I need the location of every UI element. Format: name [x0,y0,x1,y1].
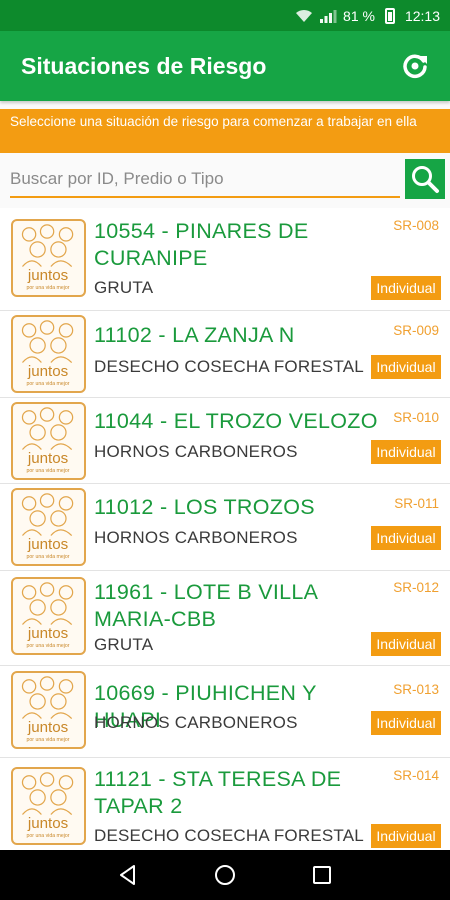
battery-icon [384,7,395,24]
item-type: DESECHO COSECHA FORESTAL [94,826,364,845]
item-type: HORNOS CARBONEROS [94,442,298,461]
item-title: 10554 - PINARES DE CURANIPE [94,219,309,270]
list-item[interactable]: juntos por una vida mejor 10669 - PIUHICH… [0,666,450,758]
search-button[interactable] [405,159,445,199]
status-badge: Individual [371,276,441,300]
item-type: GRUTA [94,635,154,654]
back-icon[interactable] [116,863,140,887]
juntos-logo: juntos por una vida mejor [11,671,86,749]
page-title: Situaciones de Riesgo [21,52,267,79]
item-title: 11961 - LOTE B VILLA MARIA-CBB [94,580,318,631]
item-title: 11121 - STA TERESA DE TAPAR 2 [94,767,342,818]
signal-icon [320,9,337,23]
juntos-logo: juntos por una vida mejor [11,767,86,845]
search-input[interactable] [10,162,400,196]
list-item[interactable]: juntos por una vida mejor 11102 - LA ZANJ… [0,311,450,398]
svg-text:juntos: juntos [27,536,69,553]
search-icon [412,166,439,193]
juntos-logo: juntos por una vida mejor [11,402,86,480]
svg-text:juntos: juntos [27,625,69,642]
item-code: SR-008 [393,218,439,233]
status-badge: Individual [371,711,441,735]
svg-text:por una vida mejor: por una vida mejor [27,643,70,649]
item-code: SR-009 [393,323,439,338]
item-code: SR-013 [393,682,439,697]
clock: 12:13 [404,7,440,24]
svg-text:por una vida mejor: por una vida mejor [27,285,70,291]
svg-text:por una vida mejor: por una vida mejor [27,554,70,560]
status-badge: Individual [371,355,441,379]
item-code: SR-012 [393,580,439,595]
item-type: HORNOS CARBONEROS [94,528,298,547]
battery-percent: 81 % [343,7,375,24]
status-bar: 81 % 12:13 [0,0,450,31]
svg-text:juntos: juntos [27,267,69,284]
svg-text:juntos: juntos [27,450,69,467]
instruction-banner: Seleccione una situación de riesgo para … [0,109,450,153]
juntos-logo: juntos por una vida mejor [11,488,86,566]
refresh-icon[interactable] [400,51,430,81]
list-item[interactable]: juntos por una vida mejor 11961 - LOTE B … [0,571,450,666]
list-item[interactable]: juntos por una vida mejor 11121 - STA TER… [0,758,450,850]
item-type: DESECHO COSECHA FORESTAL [94,357,364,376]
item-code: SR-010 [393,410,439,425]
item-code: SR-014 [393,768,439,783]
search-field [10,162,400,198]
app-bar: Situaciones de Riesgo [0,31,450,101]
list-item[interactable]: juntos por una vida mejor 11012 - LOS TRO… [0,484,450,571]
item-title: 11102 - LA ZANJA N [94,323,295,347]
status-badge: Individual [371,824,441,848]
status-badge: Individual [371,632,441,656]
status-badge: Individual [371,440,441,464]
juntos-logo: juntos por una vida mejor [11,219,86,297]
recents-icon[interactable] [310,863,334,887]
svg-text:por una vida mejor: por una vida mejor [27,737,70,743]
svg-text:por una vida mejor: por una vida mejor [27,833,70,839]
item-type: HORNOS CARBONEROS [94,713,298,732]
home-icon[interactable] [213,863,237,887]
status-badge: Individual [371,526,441,550]
system-nav-bar [0,850,450,900]
list-item[interactable]: juntos por una vida mejor 10554 - PINARES… [0,208,450,311]
juntos-logo: juntos por una vida mejor [11,315,86,393]
item-title: 11044 - EL TROZO VELOZO [94,409,378,433]
risk-situation-list: juntos por una vida mejor 10554 - PINARES… [0,208,450,850]
wifi-icon [296,9,313,22]
item-code: SR-011 [394,496,439,511]
svg-text:juntos: juntos [27,815,69,832]
svg-text:juntos: juntos [27,719,69,736]
svg-text:juntos: juntos [27,363,69,380]
item-title: 11012 - LOS TROZOS [94,495,315,519]
list-item[interactable]: juntos por una vida mejor 11044 - EL TROZ… [0,398,450,484]
item-type: GRUTA [94,278,154,297]
svg-text:por una vida mejor: por una vida mejor [27,381,70,387]
svg-text:por una vida mejor: por una vida mejor [27,468,70,474]
juntos-logo: juntos por una vida mejor [11,577,86,655]
